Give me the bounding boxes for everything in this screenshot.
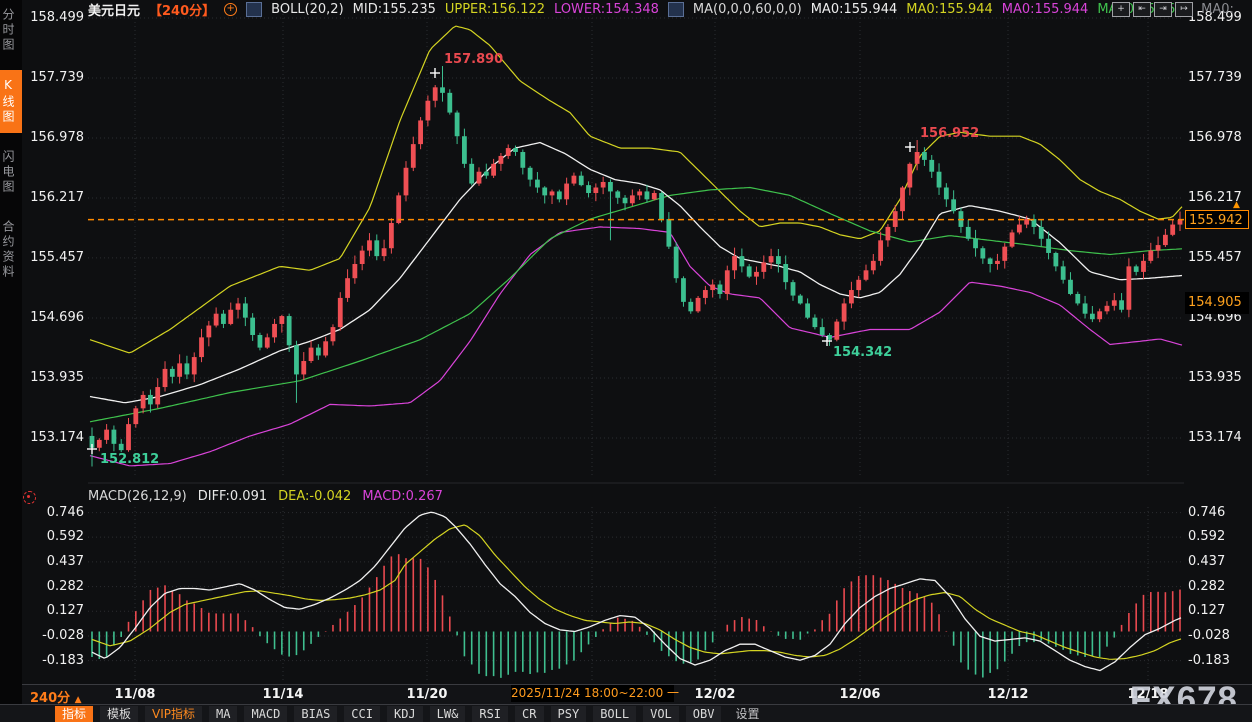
price-axis-label: 155.457 xyxy=(1188,250,1250,265)
macd-axis-label: 0.127 xyxy=(24,603,84,618)
price-axis-label: 153.935 xyxy=(1188,370,1250,385)
toolbar-item-vol[interactable]: VOL xyxy=(643,706,679,722)
price-axis-label: 157.739 xyxy=(1188,70,1250,85)
toolbar-item-ma[interactable]: MA xyxy=(209,706,237,722)
date-tick-label: 12/12 xyxy=(988,687,1029,702)
macd-value: MACD:0.267 xyxy=(362,489,443,504)
date-tick-label: 11/08 xyxy=(115,687,156,702)
ma-value: MA0: xyxy=(1201,2,1234,17)
chart-type-sidebar: 分时图 K线图闪电图合约资料 xyxy=(0,0,22,722)
macd-settings-icon[interactable] xyxy=(23,491,36,504)
macd-axis-label: 0.437 xyxy=(1188,554,1250,569)
price-axis-label: 156.978 xyxy=(24,130,84,145)
macd-title: MACD(26,12,9) xyxy=(88,489,187,504)
toolbar-item-macd[interactable]: MACD xyxy=(244,706,287,722)
toolbar-item-bias[interactable]: BIAS xyxy=(294,706,337,722)
price-axis-label: 156.978 xyxy=(1188,130,1250,145)
price-axis-label: 157.739 xyxy=(24,70,84,85)
boll-value: BOLL(20,2) xyxy=(271,2,344,17)
symbol-title: 美元日元 xyxy=(88,0,140,19)
macd-header: MACD(26,12,9) DIFF:0.091 DEA:-0.042 MACD:0… xyxy=(88,489,443,504)
date-tick-label: 12/02 xyxy=(695,687,736,702)
toolbar-item-cci[interactable]: CCI xyxy=(344,706,380,722)
date-tick-label: 11/20 xyxy=(407,687,448,702)
boll-value: UPPER:156.122 xyxy=(445,2,545,17)
chart-window-controls: + ⇤ ⇥ ↦ xyxy=(1112,2,1193,17)
chart-header: 美元日元 【240分】 + BOLL(20,2) MID:155.235 UPPER… xyxy=(88,1,1234,18)
toolbar-item-kdj[interactable]: KDJ xyxy=(387,706,423,722)
macd-axis-label: -0.028 xyxy=(24,628,84,643)
price-axis-label: 153.174 xyxy=(1188,430,1250,445)
sidebar-tab-item[interactable]: 闪电图 xyxy=(0,142,22,203)
macd-axis-label: 0.592 xyxy=(24,529,84,544)
price-axis-label: 158.499 xyxy=(24,10,84,25)
toolbar-item-rsi[interactable]: RSI xyxy=(472,706,508,722)
price-annotation: 152.812 xyxy=(100,452,159,467)
sidebar-tab-active[interactable]: K线图 xyxy=(0,70,22,133)
macd-axis-label: -0.183 xyxy=(1188,653,1250,668)
trading-terminal: 美元日元 【240分】 + BOLL(20,2) MID:155.235 UPPER… xyxy=(0,0,1252,722)
price-axis-label: 156.217 xyxy=(1188,190,1250,205)
toolbar-item-设置[interactable]: 设置 xyxy=(728,706,766,722)
ma-value: MA(0,0,0,60,0,0) xyxy=(693,2,802,17)
crosshair-move-icon[interactable]: + xyxy=(1112,2,1130,17)
sidebar-tab-item[interactable]: 合约资料 xyxy=(0,212,22,288)
macd-axis-label: 0.282 xyxy=(24,579,84,594)
detach-window-icon[interactable]: ↦ xyxy=(1175,2,1193,17)
macd-axis-label: -0.183 xyxy=(24,653,84,668)
toolbar-item-模板[interactable]: 模板 xyxy=(100,706,138,722)
date-tick-label: 11/14 xyxy=(263,687,304,702)
sidebar-tab-item[interactable]: 分时图 xyxy=(0,0,22,61)
macd-value: DEA:-0.042 xyxy=(278,489,351,504)
price-up-arrow-icon: ▲ xyxy=(1233,201,1240,210)
ma-value: MA0:155.944 xyxy=(906,2,993,17)
price-annotation: 157.890 xyxy=(444,52,503,67)
toolbar-item-psy[interactable]: PSY xyxy=(551,706,587,722)
ma-indicator-icon[interactable] xyxy=(668,2,684,17)
price-annotation: 156.952 xyxy=(920,126,979,141)
ma-value: MA0:155.944 xyxy=(811,2,898,17)
macd-axis-label: 0.282 xyxy=(1188,579,1250,594)
boll-indicator-icon[interactable] xyxy=(246,2,262,17)
macd-axis-label: 0.127 xyxy=(1188,603,1250,618)
macd-axis-label: 0.746 xyxy=(1188,505,1250,520)
boll-value: MID:155.235 xyxy=(353,2,436,17)
price-axis-label: 155.457 xyxy=(24,250,84,265)
toolbar-item-lw&[interactable]: LW& xyxy=(430,706,466,722)
price-axis-label: 154.696 xyxy=(24,310,84,325)
date-tick-label: 12/06 xyxy=(840,687,881,702)
macd-values: DIFF:0.091 DEA:-0.042 MACD:0.267 xyxy=(198,489,443,504)
price-axis-label: 156.217 xyxy=(24,190,84,205)
indicator-toolbar: 指标模板 VIP指标 MA MACD BIAS CCI KDJ LW&RSI CR PSY BOLL… xyxy=(0,704,1252,722)
add-indicator-icon[interactable]: + xyxy=(224,3,237,16)
boll-values: BOLL(20,2) MID:155.235 UPPER:156.122 LOWER:… xyxy=(271,2,659,17)
toolbar-item-cr[interactable]: CR xyxy=(515,706,543,722)
toolbar-item-boll[interactable]: BOLL xyxy=(593,706,636,722)
ma-value: MA0:155.944 xyxy=(1002,2,1089,17)
macd-axis-label: 0.746 xyxy=(24,505,84,520)
macd-axis-label: -0.028 xyxy=(1188,628,1250,643)
pan-right-icon[interactable]: ⇥ xyxy=(1154,2,1172,17)
current-price-box: 155.942 xyxy=(1185,210,1249,229)
price-annotation: 154.342 xyxy=(833,345,892,360)
selected-price-box: 154.905 xyxy=(1185,292,1249,314)
price-axis-label: 153.174 xyxy=(24,430,84,445)
toolbar-item-obv[interactable]: OBV xyxy=(686,706,722,722)
toolbar-item-指标[interactable]: 指标 xyxy=(55,706,93,722)
selected-candle-timestamp: 2025/11/24 18:00~22:00 一 xyxy=(511,685,674,702)
toolbar-item-vip指标[interactable]: VIP指标 xyxy=(145,706,202,722)
timeframe-label: 【240分】 xyxy=(149,0,215,19)
boll-value: LOWER:154.348 xyxy=(554,2,659,17)
macd-axis-label: 0.437 xyxy=(24,554,84,569)
chart-canvas[interactable] xyxy=(0,0,1252,722)
macd-axis-label: 0.592 xyxy=(1188,529,1250,544)
pan-left-icon[interactable]: ⇤ xyxy=(1133,2,1151,17)
price-axis-label: 153.935 xyxy=(24,370,84,385)
macd-value: DIFF:0.091 xyxy=(198,489,267,504)
